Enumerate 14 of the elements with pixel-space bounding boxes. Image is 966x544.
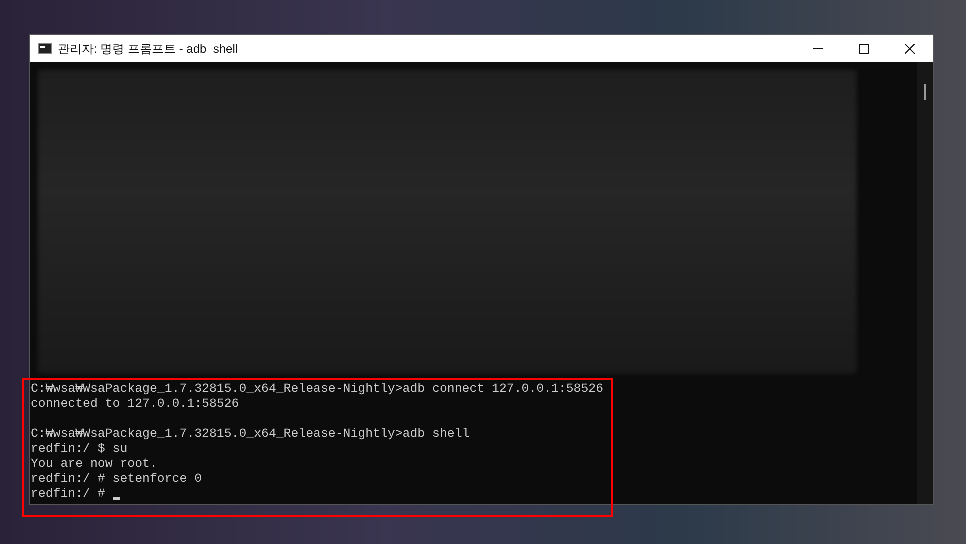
console-line: C:₩wsa₩WsaPackage_1.7.32815.0_x64_Release-Nightly>adb shell — [31, 427, 470, 442]
scrollbar-thumb[interactable] — [924, 84, 926, 100]
minimize-icon — [813, 48, 823, 49]
maximize-icon — [859, 44, 869, 54]
console-line: redfin:/ # setenforce 0 — [31, 472, 202, 487]
console-line: redfin:/ $ su — [31, 442, 128, 457]
close-icon — [905, 44, 915, 54]
console-icon — [38, 43, 52, 54]
console-line: connected to 127.0.0.1:58526 — [31, 397, 240, 412]
cursor-icon — [112, 497, 120, 500]
console-line: redfin:/ # — [31, 487, 106, 502]
window-title: 관리자: 명령 프롬프트 - adb shell — [58, 40, 238, 58]
console-line: You are now root. — [31, 457, 158, 472]
console-line: C:₩wsa₩WsaPackage_1.7.32815.0_x64_Release-Nightly>adb connect 127.0.0.1:58526 — [31, 382, 604, 397]
